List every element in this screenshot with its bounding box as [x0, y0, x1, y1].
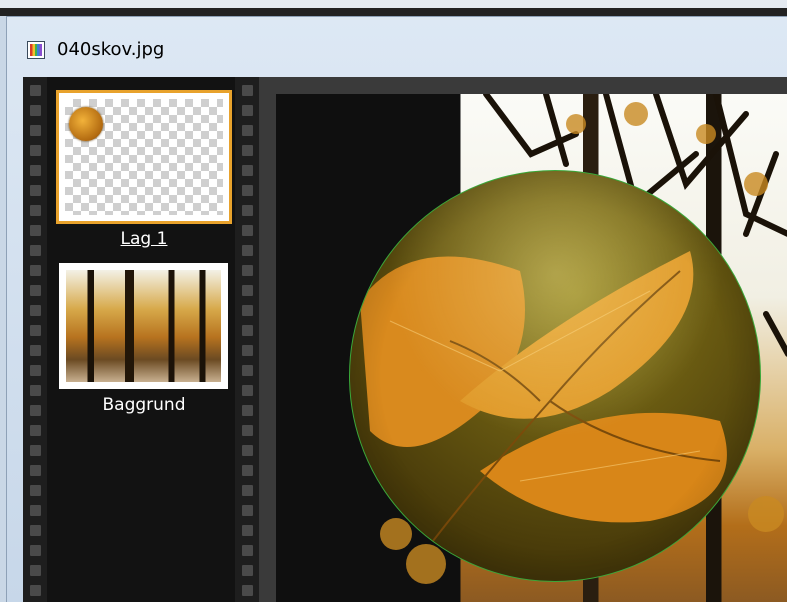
- image-canvas[interactable]: [276, 94, 787, 602]
- image-file-icon: [27, 41, 45, 59]
- layer-item-baggrund[interactable]: Baggrund: [23, 263, 259, 437]
- layer-thumbnail[interactable]: [56, 90, 232, 224]
- layer-name[interactable]: Lag 1: [59, 229, 229, 249]
- film-perforation: [242, 565, 253, 576]
- window-content: Lag 1 Baggrund: [23, 77, 787, 602]
- window-titlebar[interactable]: 040skov.jpg: [7, 17, 787, 77]
- film-perforation: [30, 585, 41, 596]
- sphere-layer-image[interactable]: [349, 170, 761, 582]
- layers-filmstrip: Lag 1 Baggrund: [23, 77, 259, 602]
- image-window: 040skov.jpg Lag 1 Baggrund: [6, 16, 787, 602]
- film-perforation: [242, 485, 253, 496]
- film-perforation: [30, 545, 41, 556]
- film-perforation: [30, 505, 41, 516]
- window-title: 040skov.jpg: [57, 39, 165, 60]
- film-perforation: [30, 525, 41, 536]
- layer-item-lag1[interactable]: Lag 1: [23, 77, 259, 267]
- sphere-thumbnail-image: [69, 107, 103, 141]
- sphere-lighting-effect: [350, 171, 760, 581]
- film-perforation: [242, 445, 253, 456]
- film-perforation: [242, 585, 253, 596]
- layer-thumbnail[interactable]: [59, 263, 228, 389]
- layer-name[interactable]: Baggrund: [59, 395, 229, 415]
- film-perforation: [30, 485, 41, 496]
- top-dark-band: [0, 8, 787, 16]
- film-perforation: [30, 565, 41, 576]
- film-perforation: [242, 545, 253, 556]
- film-perforation: [242, 465, 253, 476]
- film-perforation: [30, 465, 41, 476]
- film-perforation: [242, 505, 253, 516]
- film-perforation: [242, 525, 253, 536]
- film-perforation: [30, 445, 41, 456]
- forest-thumbnail-image: [66, 270, 221, 382]
